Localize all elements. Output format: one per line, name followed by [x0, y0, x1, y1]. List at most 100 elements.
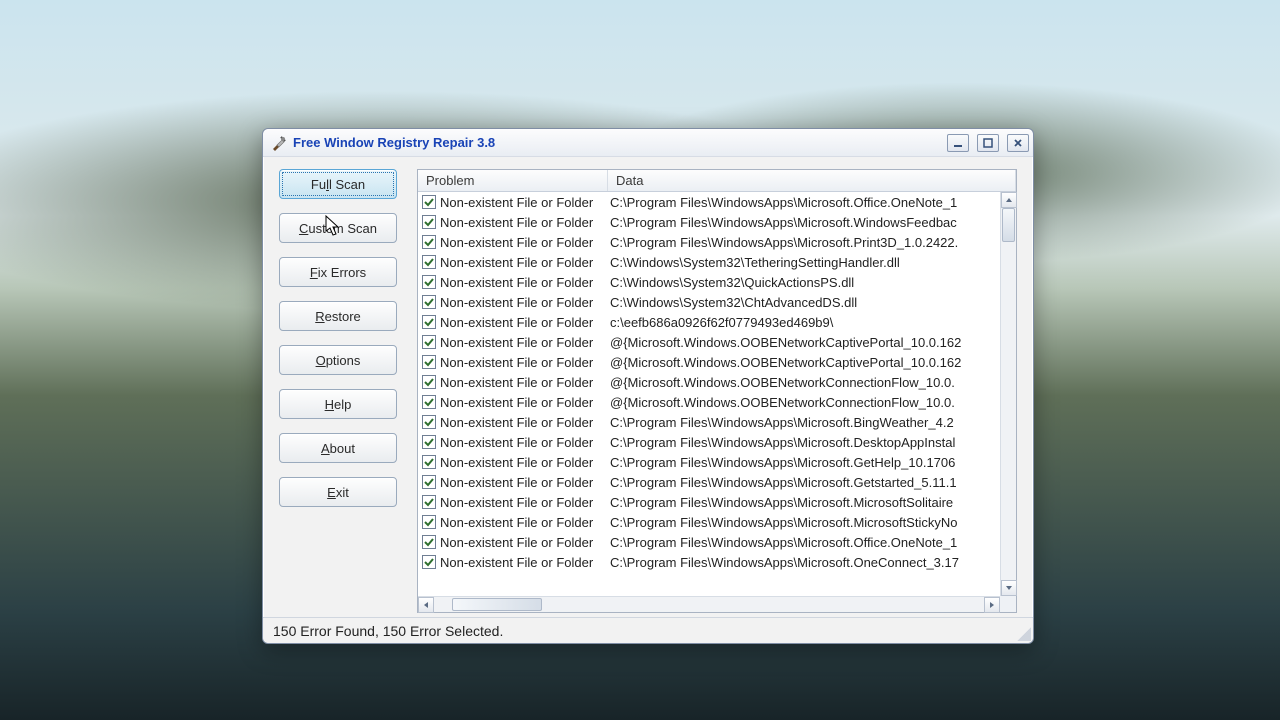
cell-data: C:\Windows\System32\ChtAdvancedDS.dll [610, 295, 1016, 310]
row-checkbox[interactable] [422, 515, 436, 529]
table-row[interactable]: Non-existent File or FolderC:\Program Fi… [418, 452, 1016, 472]
scroll-left-icon[interactable] [418, 597, 434, 613]
table-row[interactable]: Non-existent File or FolderC:\Windows\Sy… [418, 292, 1016, 312]
table-row[interactable]: Non-existent File or FolderC:\Program Fi… [418, 212, 1016, 232]
results-list[interactable]: Problem Data Non-existent File or Folder… [417, 169, 1017, 613]
table-row[interactable]: Non-existent File or FolderC:\Program Fi… [418, 472, 1016, 492]
table-row[interactable]: Non-existent File or FolderC:\Program Fi… [418, 232, 1016, 252]
cell-data: C:\Windows\System32\QuickActionsPS.dll [610, 275, 1016, 290]
table-row[interactable]: Non-existent File or FolderC:\Program Fi… [418, 412, 1016, 432]
row-checkbox[interactable] [422, 335, 436, 349]
row-checkbox[interactable] [422, 355, 436, 369]
table-row[interactable]: Non-existent File or Folder@{Microsoft.W… [418, 372, 1016, 392]
cell-data: C:\Program Files\WindowsApps\Microsoft.O… [610, 555, 1016, 570]
app-window: Free Window Registry Repair 3.8 Full Sca… [262, 128, 1034, 644]
row-checkbox[interactable] [422, 495, 436, 509]
column-header-problem[interactable]: Problem [418, 170, 608, 191]
table-row[interactable]: Non-existent File or FolderC:\Program Fi… [418, 492, 1016, 512]
maximize-button[interactable] [977, 134, 999, 152]
resize-grip[interactable] [1017, 627, 1031, 641]
custom-scan-button[interactable]: Custom Scan [279, 213, 397, 243]
table-row[interactable]: Non-existent File or FolderC:\Program Fi… [418, 512, 1016, 532]
options-button[interactable]: Options [279, 345, 397, 375]
column-headers[interactable]: Problem Data [418, 170, 1016, 192]
table-row[interactable]: Non-existent File or Folderc:\eefb686a09… [418, 312, 1016, 332]
vertical-scroll-thumb[interactable] [1002, 208, 1015, 242]
cell-data: @{Microsoft.Windows.OOBENetworkConnectio… [610, 395, 1016, 410]
cell-data: c:\eefb686a0926f62f0779493ed469b9\ [610, 315, 1016, 330]
row-checkbox[interactable] [422, 315, 436, 329]
vertical-scrollbar[interactable] [1000, 192, 1016, 596]
exit-button[interactable]: Exit [279, 477, 397, 507]
table-row[interactable]: Non-existent File or FolderC:\Program Fi… [418, 532, 1016, 552]
cell-data: C:\Program Files\WindowsApps\Microsoft.P… [610, 235, 1016, 250]
horizontal-scrollbar[interactable] [418, 596, 1000, 612]
table-row[interactable]: Non-existent File or FolderC:\Windows\Sy… [418, 272, 1016, 292]
row-checkbox[interactable] [422, 255, 436, 269]
row-checkbox[interactable] [422, 395, 436, 409]
cell-problem: Non-existent File or Folder [440, 295, 610, 310]
cell-data: @{Microsoft.Windows.OOBENetworkCaptivePo… [610, 355, 1016, 370]
cell-problem: Non-existent File or Folder [440, 275, 610, 290]
cell-data: C:\Program Files\WindowsApps\Microsoft.O… [610, 535, 1016, 550]
cell-problem: Non-existent File or Folder [440, 315, 610, 330]
table-row[interactable]: Non-existent File or Folder@{Microsoft.W… [418, 332, 1016, 352]
cell-data: C:\Windows\System32\TetheringSettingHand… [610, 255, 1016, 270]
row-checkbox[interactable] [422, 535, 436, 549]
row-checkbox[interactable] [422, 215, 436, 229]
table-row[interactable]: Non-existent File or FolderC:\Program Fi… [418, 192, 1016, 212]
table-row[interactable]: Non-existent File or FolderC:\Program Fi… [418, 552, 1016, 572]
cell-problem: Non-existent File or Folder [440, 235, 610, 250]
cell-problem: Non-existent File or Folder [440, 215, 610, 230]
table-row[interactable]: Non-existent File or Folder@{Microsoft.W… [418, 352, 1016, 372]
cell-problem: Non-existent File or Folder [440, 515, 610, 530]
cell-problem: Non-existent File or Folder [440, 415, 610, 430]
row-checkbox[interactable] [422, 475, 436, 489]
row-checkbox[interactable] [422, 375, 436, 389]
cell-problem: Non-existent File or Folder [440, 435, 610, 450]
row-checkbox[interactable] [422, 195, 436, 209]
row-checkbox[interactable] [422, 275, 436, 289]
about-button[interactable]: About [279, 433, 397, 463]
cell-problem: Non-existent File or Folder [440, 255, 610, 270]
app-icon [271, 135, 287, 151]
cell-data: C:\Program Files\WindowsApps\Microsoft.D… [610, 435, 1016, 450]
row-checkbox[interactable] [422, 415, 436, 429]
cell-data: @{Microsoft.Windows.OOBENetworkCaptivePo… [610, 335, 1016, 350]
status-text: 150 Error Found, 150 Error Selected. [273, 623, 503, 639]
fix-errors-button[interactable]: Fix Errors [279, 257, 397, 287]
row-checkbox[interactable] [422, 435, 436, 449]
row-checkbox[interactable] [422, 235, 436, 249]
window-title: Free Window Registry Repair 3.8 [293, 135, 495, 150]
sidebar: Full Scan Custom Scan Fix Errors Restore… [279, 169, 397, 613]
cell-data: C:\Program Files\WindowsApps\Microsoft.B… [610, 415, 1016, 430]
cell-problem: Non-existent File or Folder [440, 555, 610, 570]
scroll-down-icon[interactable] [1001, 580, 1017, 596]
row-checkbox[interactable] [422, 455, 436, 469]
column-header-data[interactable]: Data [608, 170, 1016, 191]
table-row[interactable]: Non-existent File or Folder@{Microsoft.W… [418, 392, 1016, 412]
cell-problem: Non-existent File or Folder [440, 475, 610, 490]
close-button[interactable] [1007, 134, 1029, 152]
cell-problem: Non-existent File or Folder [440, 455, 610, 470]
cell-problem: Non-existent File or Folder [440, 335, 610, 350]
cell-problem: Non-existent File or Folder [440, 375, 610, 390]
help-button[interactable]: Help [279, 389, 397, 419]
scroll-right-icon[interactable] [984, 597, 1000, 613]
minimize-button[interactable] [947, 134, 969, 152]
cell-data: C:\Program Files\WindowsApps\Microsoft.M… [610, 495, 1016, 510]
cell-problem: Non-existent File or Folder [440, 495, 610, 510]
cell-data: C:\Program Files\WindowsApps\Microsoft.G… [610, 475, 1016, 490]
scroll-corner [1000, 596, 1016, 612]
full-scan-button[interactable]: Full Scan [279, 169, 397, 199]
titlebar[interactable]: Free Window Registry Repair 3.8 [263, 129, 1033, 157]
table-row[interactable]: Non-existent File or FolderC:\Program Fi… [418, 432, 1016, 452]
row-checkbox[interactable] [422, 295, 436, 309]
cell-data: C:\Program Files\WindowsApps\Microsoft.W… [610, 215, 1016, 230]
cell-problem: Non-existent File or Folder [440, 355, 610, 370]
restore-button[interactable]: Restore [279, 301, 397, 331]
row-checkbox[interactable] [422, 555, 436, 569]
scroll-up-icon[interactable] [1001, 192, 1017, 208]
table-row[interactable]: Non-existent File or FolderC:\Windows\Sy… [418, 252, 1016, 272]
horizontal-scroll-thumb[interactable] [452, 598, 542, 611]
